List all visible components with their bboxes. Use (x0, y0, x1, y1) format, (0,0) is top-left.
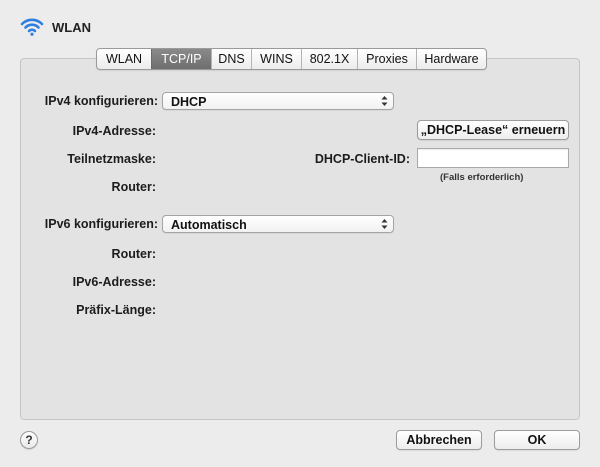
ipv4-router-label: Router: (111, 180, 156, 194)
dhcp-client-id-field[interactable] (417, 148, 569, 168)
tab-proxies[interactable]: Proxies (357, 49, 416, 69)
ipv6-address-label: IPv6-Adresse: (72, 275, 156, 289)
renew-dhcp-lease-button[interactable]: „DHCP-Lease“ erneuern (417, 120, 569, 140)
client-id-hint: (Falls erforderlich) (440, 172, 524, 183)
tab-wlan[interactable]: WLAN (97, 49, 151, 69)
content-panel (20, 58, 580, 420)
popup-arrows-icon (381, 96, 388, 106)
ipv6-configure-label: IPv6 konfigurieren: (44, 217, 158, 231)
tab-8021x[interactable]: 802.1X (301, 49, 357, 69)
tab-dns[interactable]: DNS (211, 49, 251, 69)
ok-button[interactable]: OK (494, 430, 580, 450)
ipv4-configure-select[interactable]: DHCP (162, 92, 394, 110)
ipv4-configure-label: IPv4 konfigurieren: (44, 94, 158, 108)
wifi-icon (20, 18, 44, 36)
tab-bar: WLAN TCP/IP DNS WINS 802.1X Proxies Hard… (96, 48, 487, 70)
popup-arrows-icon (381, 219, 388, 229)
tab-wins[interactable]: WINS (251, 49, 301, 69)
window-title: WLAN (52, 20, 91, 35)
ipv6-configure-value: Automatisch (171, 218, 247, 232)
dhcp-client-id-label: DHCP-Client-ID: (314, 152, 410, 166)
ipv4-address-label: IPv4-Adresse: (72, 124, 156, 138)
cancel-button[interactable]: Abbrechen (396, 430, 482, 450)
ipv6-router-label: Router: (111, 247, 156, 261)
ipv4-configure-value: DHCP (171, 95, 207, 109)
prefix-length-label: Präfix-Länge: (76, 303, 156, 317)
tab-hardware[interactable]: Hardware (416, 49, 486, 69)
help-button[interactable]: ? (20, 431, 38, 449)
ipv6-configure-select[interactable]: Automatisch (162, 215, 394, 233)
tab-tcp-ip[interactable]: TCP/IP (151, 49, 211, 69)
subnet-mask-label: Teilnetzmaske: (67, 152, 156, 166)
